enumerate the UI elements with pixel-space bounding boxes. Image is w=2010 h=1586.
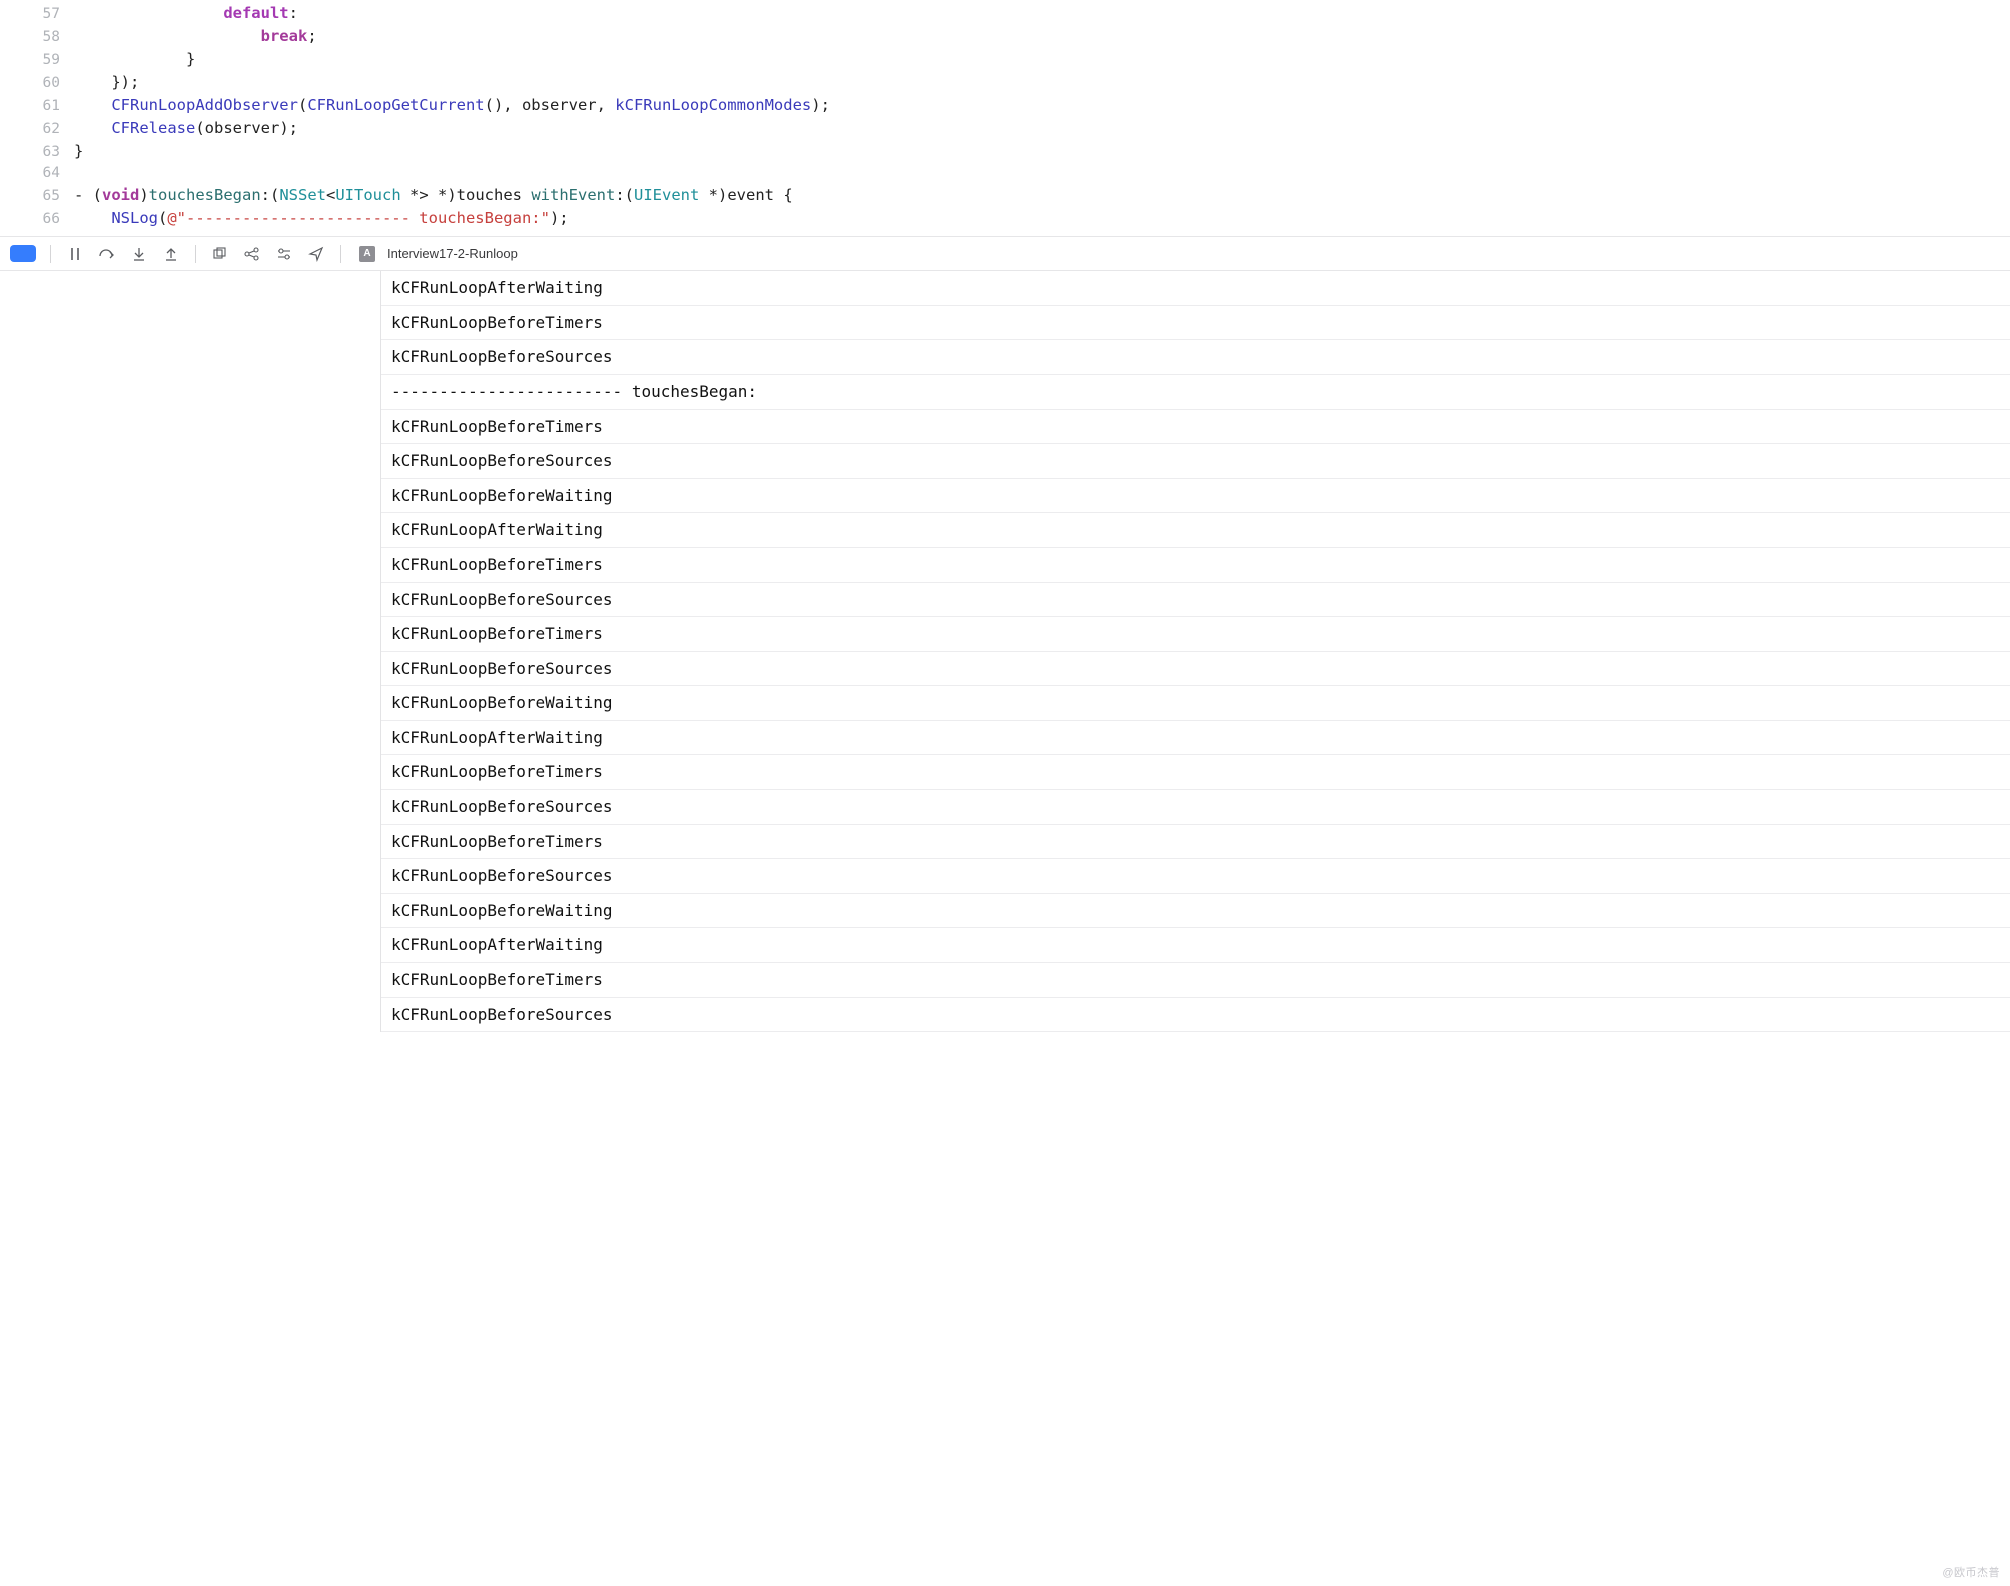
console-row[interactable]: kCFRunLoopBeforeTimers xyxy=(381,617,2010,652)
code-content[interactable]: }); xyxy=(74,71,2010,93)
console-area: kCFRunLoopAfterWaitingkCFRunLoopBeforeTi… xyxy=(0,271,2010,1032)
console-row[interactable]: kCFRunLoopBeforeTimers xyxy=(381,825,2010,860)
console-row[interactable]: kCFRunLoopBeforeSources xyxy=(381,444,2010,479)
location-simulate-button[interactable] xyxy=(306,244,326,264)
toolbar-separator xyxy=(340,245,341,263)
console-row[interactable]: kCFRunLoopBeforeTimers xyxy=(381,755,2010,790)
code-line[interactable]: 65- (void)touchesBegan:(NSSet<UITouch *>… xyxy=(0,184,2010,207)
console-row[interactable]: kCFRunLoopBeforeSources xyxy=(381,583,2010,618)
code-line[interactable]: 61 CFRunLoopAddObserver(CFRunLoopGetCurr… xyxy=(0,94,2010,117)
toolbar-separator xyxy=(195,245,196,263)
debug-view-hierarchy-button[interactable] xyxy=(210,244,230,264)
code-line[interactable]: 63} xyxy=(0,140,2010,163)
console-row[interactable]: kCFRunLoopAfterWaiting xyxy=(381,721,2010,756)
code-line[interactable]: 66 NSLog(@"------------------------ touc… xyxy=(0,207,2010,230)
console-row[interactable]: kCFRunLoopBeforeSources xyxy=(381,652,2010,687)
console-row[interactable]: kCFRunLoopBeforeSources xyxy=(381,998,2010,1033)
code-content[interactable]: CFRelease(observer); xyxy=(74,117,2010,139)
debug-toolbar: A Interview17-2-Runloop xyxy=(0,236,2010,271)
console-row[interactable]: kCFRunLoopBeforeWaiting xyxy=(381,686,2010,721)
console-row[interactable]: kCFRunLoopBeforeTimers xyxy=(381,306,2010,341)
line-number: 65 xyxy=(20,186,74,207)
code-line[interactable]: 57 default: xyxy=(0,2,2010,25)
console-row[interactable]: kCFRunLoopBeforeTimers xyxy=(381,410,2010,445)
line-number: 66 xyxy=(20,209,74,230)
debug-target-label[interactable]: Interview17-2-Runloop xyxy=(387,246,518,261)
pause-continue-button[interactable] xyxy=(65,244,85,264)
console-row[interactable]: kCFRunLoopBeforeSources xyxy=(381,859,2010,894)
target-app-icon: A xyxy=(359,246,375,262)
environment-overrides-button[interactable] xyxy=(274,244,294,264)
code-content[interactable]: default: xyxy=(74,2,2010,24)
line-number: 64 xyxy=(20,163,74,184)
step-into-button[interactable] xyxy=(129,244,149,264)
step-out-button[interactable] xyxy=(161,244,181,264)
code-line[interactable]: 60 }); xyxy=(0,71,2010,94)
line-number: 63 xyxy=(20,142,74,163)
watermark: @欧币杰普 xyxy=(1942,1564,2000,1580)
console-row[interactable]: kCFRunLoopBeforeWaiting xyxy=(381,894,2010,929)
code-editor[interactable]: 57 default:58 break;59 }60 });61 CFRunLo… xyxy=(0,0,2010,230)
console-row[interactable]: kCFRunLoopBeforeSources xyxy=(381,340,2010,375)
code-content[interactable]: } xyxy=(74,48,2010,70)
console-row[interactable]: kCFRunLoopBeforeTimers xyxy=(381,963,2010,998)
console-output[interactable]: kCFRunLoopAfterWaitingkCFRunLoopBeforeTi… xyxy=(380,271,2010,1032)
console-row[interactable]: kCFRunLoopAfterWaiting xyxy=(381,513,2010,548)
code-line[interactable]: 62 CFRelease(observer); xyxy=(0,117,2010,140)
console-row[interactable]: ------------------------ touchesBegan: xyxy=(381,375,2010,410)
line-number: 62 xyxy=(20,119,74,140)
console-row[interactable]: kCFRunLoopBeforeTimers xyxy=(381,548,2010,583)
line-number: 61 xyxy=(20,96,74,117)
console-row[interactable]: kCFRunLoopAfterWaiting xyxy=(381,271,2010,306)
code-content[interactable]: NSLog(@"------------------------ touches… xyxy=(74,207,2010,229)
code-content[interactable]: break; xyxy=(74,25,2010,47)
code-line[interactable]: 59 } xyxy=(0,48,2010,71)
debug-memory-graph-button[interactable] xyxy=(242,244,262,264)
console-row[interactable]: kCFRunLoopAfterWaiting xyxy=(381,928,2010,963)
code-content[interactable]: } xyxy=(74,140,2010,162)
console-row[interactable]: kCFRunLoopBeforeWaiting xyxy=(381,479,2010,514)
code-line[interactable]: 64 xyxy=(0,163,2010,184)
toolbar-separator xyxy=(50,245,51,263)
step-over-button[interactable] xyxy=(97,244,117,264)
console-row[interactable]: kCFRunLoopBeforeSources xyxy=(381,790,2010,825)
variables-pane[interactable] xyxy=(0,271,380,1032)
line-number: 59 xyxy=(20,50,74,71)
code-content[interactable]: - (void)touchesBegan:(NSSet<UITouch *> *… xyxy=(74,184,2010,206)
code-line[interactable]: 58 break; xyxy=(0,25,2010,48)
code-content[interactable]: CFRunLoopAddObserver(CFRunLoopGetCurrent… xyxy=(74,94,2010,116)
line-number: 57 xyxy=(20,4,74,25)
line-number: 60 xyxy=(20,73,74,94)
breakpoint-toggle[interactable] xyxy=(10,245,36,262)
line-number: 58 xyxy=(20,27,74,48)
app-icon-letter: A xyxy=(363,248,370,259)
